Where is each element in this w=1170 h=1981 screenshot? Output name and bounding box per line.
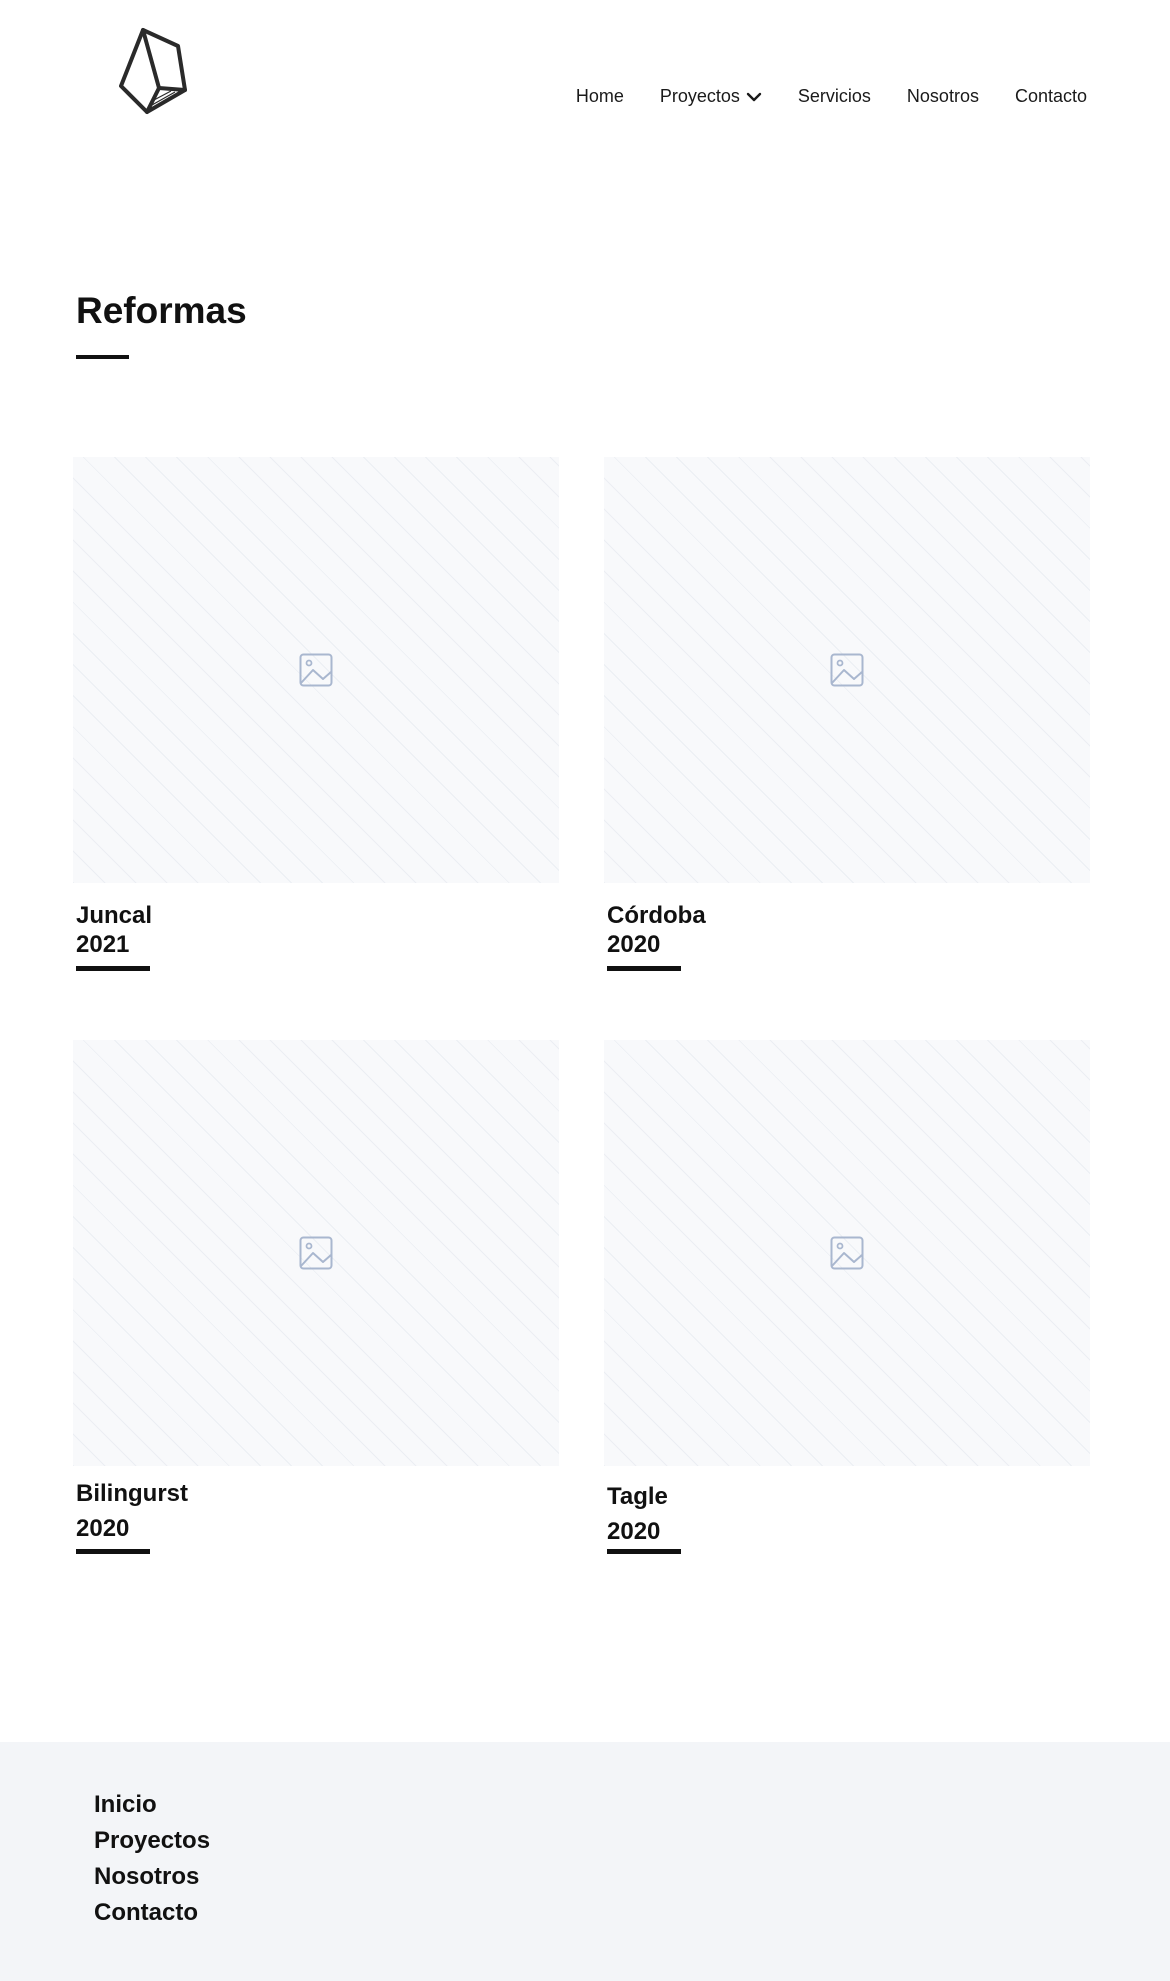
project-year: 2020 (607, 931, 661, 958)
page-title: Reformas (76, 290, 247, 331)
image-placeholder-icon (299, 653, 333, 687)
nav-proyectos[interactable]: Proyectos (660, 86, 762, 107)
project-card: Bilingurst 2020 (73, 1040, 559, 1560)
nav-servicios[interactable]: Servicios (798, 86, 871, 107)
project-card: Juncal 2021 (73, 457, 559, 977)
project-image[interactable] (604, 1040, 1090, 1466)
project-year: 2020 (76, 1515, 130, 1542)
nav-home[interactable]: Home (576, 86, 624, 107)
project-image[interactable] (604, 457, 1090, 883)
nav-nosotros[interactable]: Nosotros (907, 86, 979, 107)
footer-link-inicio[interactable]: Inicio (94, 1790, 210, 1820)
nav-contacto-label: Contacto (1014, 86, 1087, 106)
nav-contacto[interactable]: Contacto (1015, 86, 1087, 107)
project-year: 2021 (76, 931, 130, 958)
nav-proyectos-label: Proyectos (659, 86, 740, 106)
project-name[interactable]: Córdoba (607, 902, 706, 930)
footer-link-contacto[interactable]: Contacto (94, 1898, 210, 1928)
image-placeholder-icon (830, 653, 864, 687)
project-name[interactable]: Bilingurst (76, 1480, 188, 1508)
image-placeholder-icon (830, 1236, 864, 1270)
main-nav: Home Proyectos Servicios Nosotros Contac… (576, 86, 1087, 107)
nav-servicios-label: Servicios (797, 86, 871, 106)
project-name[interactable]: Juncal (76, 902, 152, 930)
project-underline (607, 1549, 681, 1554)
chevron-down-icon (746, 92, 762, 101)
footer-link-nosotros[interactable]: Nosotros (94, 1862, 210, 1892)
project-underline (76, 1549, 150, 1554)
project-image[interactable] (73, 457, 559, 883)
project-year: 2020 (607, 1518, 661, 1545)
image-placeholder-icon (299, 1236, 333, 1270)
site-logo[interactable] (115, 26, 193, 116)
project-name[interactable]: Tagle (607, 1483, 668, 1511)
project-underline (607, 966, 681, 971)
footer-nav: Inicio Proyectos Nosotros Contacto (94, 1790, 210, 1928)
nav-nosotros-label: Nosotros (906, 86, 979, 106)
nav-home-label: Home (575, 86, 624, 106)
title-divider (76, 355, 129, 359)
project-card: Tagle 2020 (604, 1040, 1090, 1560)
site-header: Home Proyectos Servicios Nosotros Contac… (0, 0, 1170, 150)
site-footer: Inicio Proyectos Nosotros Contacto (0, 1742, 1170, 1981)
project-underline (76, 966, 150, 971)
project-card: Córdoba 2020 (604, 457, 1090, 977)
footer-link-proyectos[interactable]: Proyectos (94, 1826, 210, 1856)
polyhedron-logo-icon (119, 28, 187, 114)
project-image[interactable] (73, 1040, 559, 1466)
